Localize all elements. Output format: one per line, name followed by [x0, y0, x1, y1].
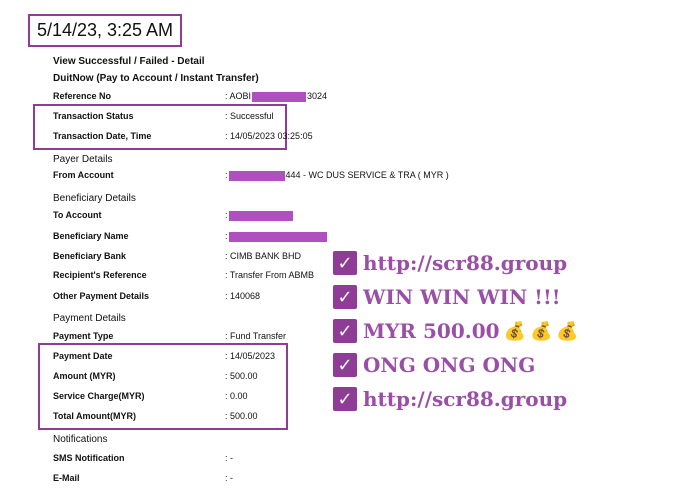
screenshot-datetime-box: 5/14/23, 3:25 AM	[28, 14, 182, 47]
service-charge-label: Service Charge(MYR)	[53, 391, 145, 401]
page-subtitle: DuitNow (Pay to Account / Instant Transf…	[53, 73, 259, 84]
redaction-bar	[228, 231, 327, 242]
transaction-status-value: : Successful	[225, 111, 274, 121]
email-value: : -	[225, 473, 233, 483]
payment-date-label: Payment Date	[53, 351, 113, 361]
section-notifications: Notifications	[53, 434, 108, 445]
promo-overlay: ✓ http://scr88.group ✓ WIN WIN WIN !!! ✓…	[333, 248, 663, 418]
beneficiary-name-label: Beneficiary Name	[53, 231, 129, 241]
reference-no-suffix: 3024	[307, 91, 328, 101]
section-payer-details: Payer Details	[53, 154, 113, 165]
to-account-label: To Account	[53, 210, 102, 220]
check-icon: ✓	[333, 285, 357, 309]
service-charge-value: : 0.00	[225, 391, 248, 401]
check-icon: ✓	[333, 387, 357, 411]
check-icon: ✓	[333, 251, 357, 275]
from-account-label: From Account	[53, 170, 114, 180]
promo-text: WIN WIN WIN !!!	[363, 285, 561, 309]
reference-no-value: : AOBI 3024	[225, 91, 327, 102]
money-bag-icon: 💰	[529, 320, 553, 341]
recipient-reference-value: : Transfer From ABMB	[225, 270, 315, 280]
promo-row: ✓ http://scr88.group	[333, 248, 567, 278]
from-account-value: : 444 - WC DUS SERVICE & TRA ( MYR )	[225, 170, 449, 181]
section-beneficiary-details: Beneficiary Details	[53, 193, 136, 204]
sms-notification-value: : -	[225, 453, 233, 463]
promo-row: ✓ WIN WIN WIN !!!	[333, 282, 561, 312]
total-amount-value: : 500.00	[225, 411, 258, 421]
promo-text: MYR 500.00	[363, 319, 500, 343]
amount-value: : 500.00	[225, 371, 258, 381]
beneficiary-bank-value: : CIMB BANK BHD	[225, 251, 302, 261]
promo-row: ✓ ONG ONG ONG	[333, 350, 535, 380]
to-account-value: :	[225, 210, 294, 221]
reference-no-label: Reference No	[53, 91, 112, 101]
money-bag-icon: 💰	[503, 320, 526, 341]
redaction-bar	[252, 91, 307, 102]
screenshot-datetime: 5/14/23, 3:25 AM	[36, 20, 174, 40]
other-payment-details-value: : 140068	[225, 291, 261, 301]
promo-text: http://scr88.group	[363, 387, 568, 411]
promo-text: ONG ONG ONG	[363, 353, 536, 377]
promo-text: http://scr88.group	[363, 251, 568, 275]
payment-type-value: : Fund Transfer	[225, 331, 287, 341]
reference-no-prefix: : AOBI	[225, 91, 252, 101]
to-account-prefix: :	[225, 210, 228, 220]
sms-notification-label: SMS Notification	[53, 453, 125, 463]
redaction-bar	[228, 210, 293, 221]
amount-label: Amount (MYR)	[53, 371, 116, 381]
total-amount-label: Total Amount(MYR)	[53, 411, 136, 421]
payment-date-value: : 14/05/2023	[225, 351, 276, 361]
promo-row: ✓ MYR 500.00 💰 💰 💰	[333, 316, 579, 346]
beneficiary-bank-label: Beneficiary Bank	[53, 251, 127, 261]
check-icon: ✓	[333, 353, 357, 377]
other-payment-details-label: Other Payment Details	[53, 291, 150, 301]
beneficiary-name-prefix: :	[225, 231, 228, 241]
check-icon: ✓	[333, 319, 357, 343]
transaction-datetime-label: Transaction Date, Time	[53, 131, 152, 141]
transaction-datetime-value: : 14/05/2023 03:25:05	[225, 131, 313, 141]
from-account-suffix: 444 - WC DUS SERVICE & TRA ( MYR )	[285, 170, 449, 180]
from-account-prefix: :	[225, 170, 228, 180]
section-payment-details: Payment Details	[53, 313, 126, 324]
redaction-bar	[228, 170, 285, 181]
transaction-status-label: Transaction Status	[53, 111, 134, 121]
money-bag-icon: 💰	[556, 320, 579, 341]
payment-type-label: Payment Type	[53, 331, 114, 341]
recipient-reference-label: Recipient's Reference	[53, 270, 147, 280]
beneficiary-name-value: :	[225, 231, 328, 242]
email-label: E-Mail	[53, 473, 80, 483]
promo-row: ✓ http://scr88.group	[333, 384, 567, 414]
page-title: View Successful / Failed - Detail	[53, 56, 205, 67]
